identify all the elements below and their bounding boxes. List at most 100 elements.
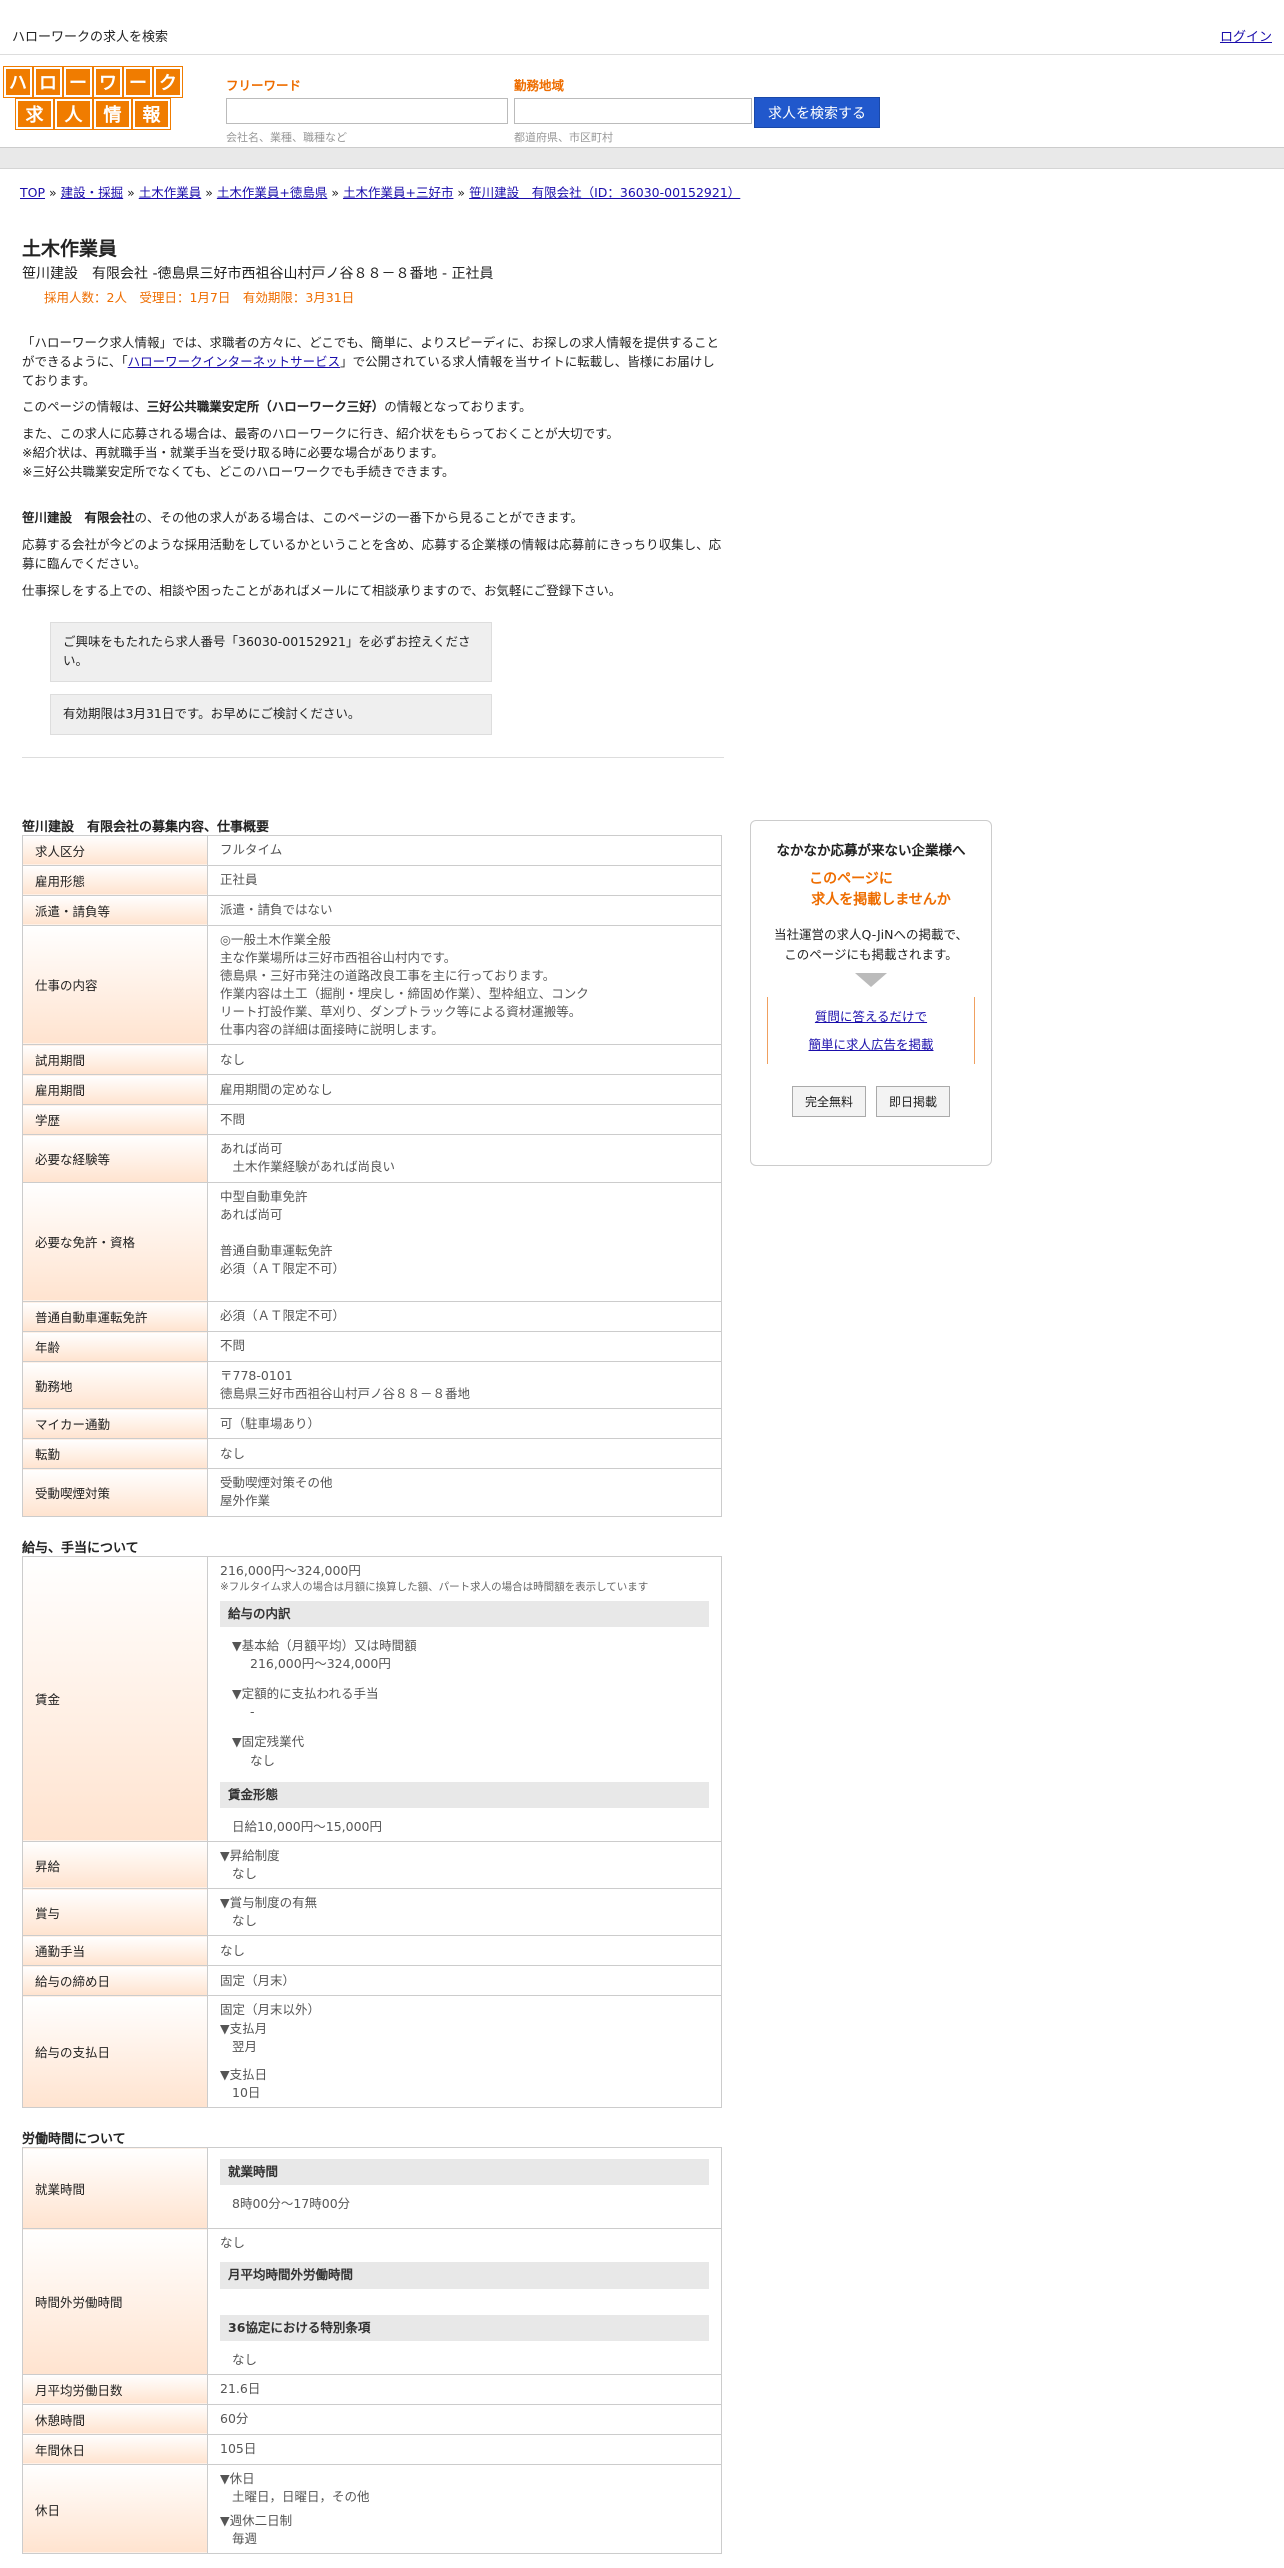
area-placeholder: 都道府県、市区町村 <box>514 131 613 144</box>
table-row: 派遣・請負等 派遣・請負ではない <box>22 894 722 926</box>
section-overview: 笹川建設 有限会社の募集内容、仕事概要 求人区分 フルタイム 雇用形態 正社員 派遣・請… <box>22 816 724 1517</box>
logo-char: 報 <box>132 98 171 130</box>
table-row: 通勤手当 なし <box>22 1935 722 1967</box>
row-value: 受動喫煙対策その他 屋外作業 <box>207 1468 722 1517</box>
table-row: 月平均労働日数 21.6日 <box>22 2373 722 2405</box>
section-hours-title: 労働時間について <box>22 2132 126 2148</box>
table-row: 給与の支払日 固定（月末以外） ▼支払月 翌月 ▼支払日 10日 <box>22 1995 722 2109</box>
breadcrumb-job[interactable]: 土木作業員 <box>139 185 202 200</box>
table-row: 年間休日 105日 <box>22 2433 722 2465</box>
row-value: 正社員 <box>207 864 722 896</box>
main-content: 土木作業員 笹川建設 有限会社 -徳島県三好市西祖谷山村戸ノ谷８８－８番地 - … <box>22 226 724 2555</box>
table-row: 転勤 なし <box>22 1438 722 1470</box>
free-button[interactable]: 完全無料 <box>791 1086 866 1117</box>
same-day-button[interactable]: 即日掲載 <box>876 1086 951 1117</box>
row-key: 受動喫煙対策 <box>22 1468 208 1517</box>
row-value: 不問 <box>207 1331 722 1362</box>
logo-char: ー <box>123 66 153 98</box>
intro: 「ハローワーク求人情報」では、求職者の方々に、どこでも、簡単に、よりスピーディに… <box>22 334 724 600</box>
table-row: 試用期間 なし <box>22 1044 722 1076</box>
site-title: ハローワークの求人を検索 <box>12 30 169 45</box>
row-key: 学歴 <box>22 1104 208 1136</box>
area-input[interactable] <box>514 98 752 124</box>
row-key: 普通自動車運転免許 <box>22 1301 208 1332</box>
row-value: なし <box>207 1044 722 1076</box>
breadcrumb-category[interactable]: 建設・採掘 <box>61 185 124 200</box>
overview-table: 求人区分 フルタイム 雇用形態 正社員 派遣・請負等 派遣・請負ではない 仕事の内容 ◎一般土… <box>22 834 722 1517</box>
logo-char: 情 <box>93 98 132 130</box>
logo-char: ロ <box>33 66 63 98</box>
intro-p6: 笹川建設 有限会社の、その他の求人がある場合は、このページの一番下から見ることが… <box>22 510 584 526</box>
table-row: 賃金 216,000円〜324,000円 ※フルタイム求人の場合は月額に換算した… <box>22 1555 722 1842</box>
table-row: 給与の締め日 固定（月末） <box>22 1965 722 1997</box>
intro-p1: 「ハローワーク求人情報」では、求職者の方々に、どこでも、簡単に、よりスピーディに… <box>22 335 720 388</box>
search-button[interactable]: 求人を検索する <box>754 97 880 128</box>
section-hours: 労働時間について 就業時間 就業時間 8時00分〜17時00分 時間外労働時間 な… <box>22 2128 724 2555</box>
logo-char: ハ <box>3 66 33 98</box>
login-link[interactable]: ログイン <box>1220 26 1272 45</box>
hellowork-internet-link[interactable]: ハローワークインターネットサービス <box>128 354 341 369</box>
intro-p3: また、この求人に応募される場合は、最寄のハローワークに行き、紹介状をもらっておく… <box>22 426 619 441</box>
freeword-placeholder: 会社名、業種、職種など <box>226 131 347 144</box>
job-subtitle: 笹川建設 有限会社 -徳島県三好市西祖谷山村戸ノ谷８８－８番地 - 正社員 <box>22 266 494 282</box>
note-deadline: 有効期限は3月31日です。お早めにご検討ください。 <box>50 693 492 735</box>
sidebar-title: なかなか応募が来ない企業様へ <box>776 843 966 859</box>
sidebar-link-questions[interactable]: 質問に答えるだけで <box>815 1009 927 1024</box>
breadcrumb-top[interactable]: TOP <box>20 185 45 200</box>
area-label: 勤務地域 <box>514 78 565 93</box>
section-wages: 給与、手当について 賃金 216,000円〜324,000円 ※フルタイム求人の… <box>22 1537 724 2109</box>
table-row: 必要な経験等 あれば尚可 土木作業経験があれば尚良い <box>22 1134 722 1183</box>
divider <box>22 756 724 758</box>
row-key: 派遣・請負等 <box>22 894 208 926</box>
table-row: 普通自動車運転免許 必須（ＡＴ限定不可） <box>22 1301 722 1332</box>
sidebar-link-post-ad[interactable]: 簡単に求人広告を掲載 <box>808 1037 933 1052</box>
row-key: 雇用形態 <box>22 864 208 896</box>
row-key: 必要な免許・資格 <box>22 1181 208 1302</box>
intro-p7: 応募する会社が今どのような採用活動をしているかということを含め、応募する企業様の… <box>22 537 722 571</box>
freeword-input[interactable] <box>226 98 508 124</box>
wages-table: 賃金 216,000円〜324,000円 ※フルタイム求人の場合は月額に換算した… <box>22 1555 722 2109</box>
row-key: 必要な経験等 <box>22 1134 208 1183</box>
job-title: 土木作業員 <box>22 238 118 260</box>
table-row: 雇用期間 雇用期間の定めなし <box>22 1074 722 1106</box>
top-bar: ハローワークの求人を検索 ログイン <box>0 0 1284 55</box>
sidebar-links: 質問に答えるだけで 簡単に求人広告を掲載 <box>767 997 975 1064</box>
row-key: 勤務地 <box>22 1360 208 1410</box>
area-field: 勤務地域 都道府県、市区町村 <box>514 75 752 145</box>
row-key: 試用期間 <box>22 1044 208 1076</box>
logo-char: ク <box>153 66 183 98</box>
table-row: 仕事の内容 ◎一般土木作業全般 主な作業場所は三好市西祖谷山村内です。 徳島県・三好市… <box>22 924 722 1046</box>
row-value: 216,000円〜324,000円 ※フルタイム求人の場合は月額に換算した額、パ… <box>207 1555 722 1842</box>
breadcrumb-company[interactable]: 笹川建設 有限会社（ID：36030-00152921） <box>469 185 740 200</box>
row-value: あれば尚可 土木作業経験があれば尚良い <box>207 1134 722 1183</box>
row-key: 仕事の内容 <box>22 924 208 1046</box>
down-arrow-icon <box>855 973 887 987</box>
table-row: 求人区分 フルタイム <box>22 834 722 866</box>
row-key: 雇用期間 <box>22 1074 208 1106</box>
header: ハローワーク 求人情報 フリーワード 会社名、業種、職種など 勤務地域 都道府県… <box>0 55 1284 148</box>
table-row: 学歴 不問 <box>22 1104 722 1136</box>
row-value: 中型自動車免許 あれば尚可 普通自動車運転免許 必須（ＡＴ限定不可） <box>207 1181 722 1302</box>
intro-p4: ※紹介状は、再就職手当・就業手当を受け取る時に必要な場合があります。 <box>22 444 444 460</box>
intro-p5: ※三好公共職業安定所でなくても、どこのハローワークでも手続きできます。 <box>22 463 455 479</box>
logo-char: 求 <box>15 98 54 130</box>
row-key: 年齢 <box>22 1331 208 1362</box>
table-row: 時間外労働時間 なし 月平均時間外労働時間 36協定における特別条項 なし <box>22 2228 722 2375</box>
table-row: 就業時間 就業時間 8時00分〜17時00分 <box>22 2147 722 2230</box>
row-value: 〒778-0101 徳島県三好市西祖谷山村戸ノ谷８８－８番地 <box>207 1360 722 1410</box>
intro-p8: 仕事探しをする上での、相談や困ったことがあればメールにて相談承りますので、お気軽… <box>22 582 622 598</box>
sidebar-description: 当社運営の求人Q-JiNへの掲載で、 このページにも掲載されます。 <box>774 927 968 962</box>
table-row: 休憩時間 60分 <box>22 2403 722 2435</box>
breadcrumb-job-pref[interactable]: 土木作業員+徳島県 <box>217 185 327 200</box>
freeword-field: フリーワード 会社名、業種、職種など <box>226 75 508 145</box>
logo-char: ー <box>63 66 93 98</box>
gray-band <box>0 148 1284 169</box>
breadcrumb-job-city[interactable]: 土木作業員+三好市 <box>343 185 453 200</box>
hellowork-logo[interactable]: ハローワーク 求人情報 <box>3 66 183 131</box>
freeword-label: フリーワード <box>226 78 302 93</box>
table-row: 勤務地 〒778-0101 徳島県三好市西祖谷山村戸ノ谷８８－８番地 <box>22 1360 722 1410</box>
row-value: 可（駐車場あり） <box>207 1408 722 1440</box>
advertiser-sidebar: なかなか応募が来ない企業様へ このページに 求人を掲載しませんか 当社運営の求人… <box>750 820 992 1166</box>
table-row: 必要な免許・資格 中型自動車免許 あれば尚可 普通自動車運転免許 必須（ＡＴ限定不可） <box>22 1181 722 1302</box>
table-row: 昇給 ▼昇給制度 なし <box>22 1840 722 1890</box>
